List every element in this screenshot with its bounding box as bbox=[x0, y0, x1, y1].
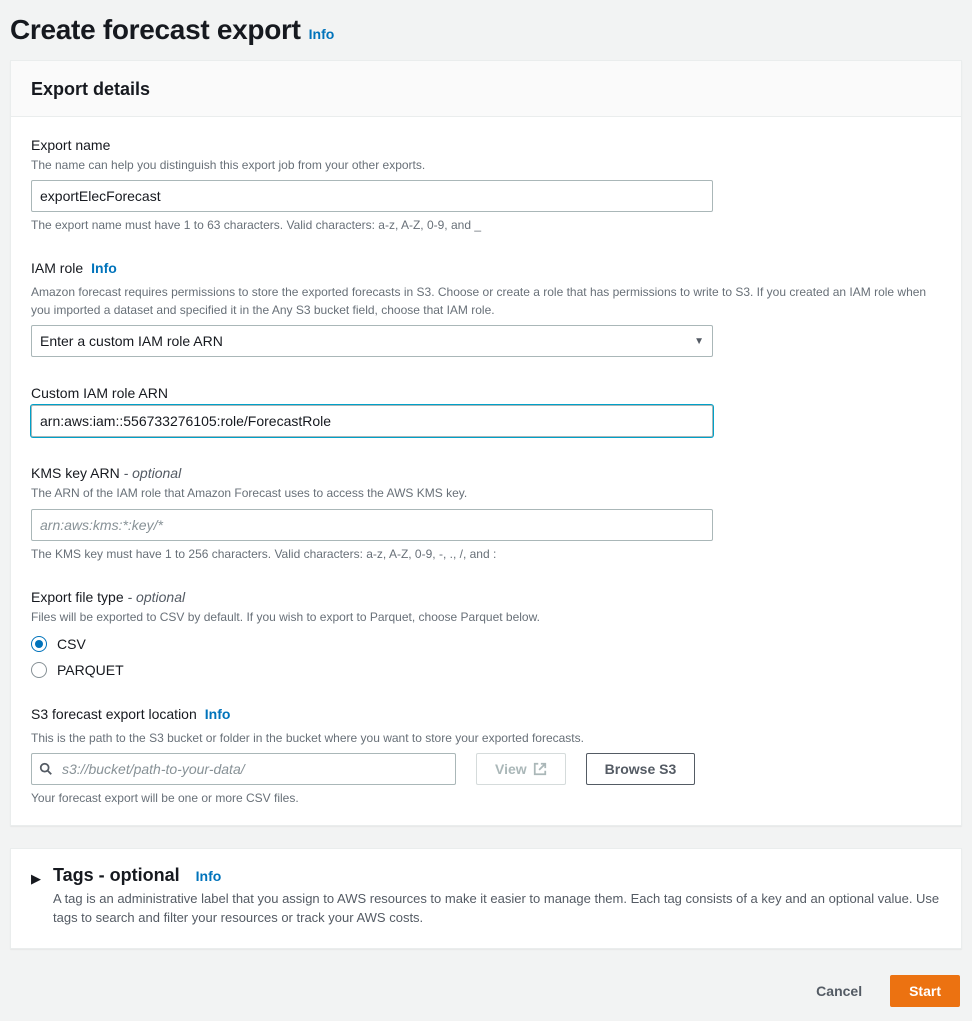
s3-path-input[interactable] bbox=[31, 753, 456, 785]
file-type-label-text: Export file type bbox=[31, 589, 124, 605]
footer-actions: Cancel Start bbox=[10, 971, 962, 1011]
export-details-panel: Export details Export name The name can … bbox=[10, 60, 962, 826]
custom-arn-group: Custom IAM role ARN bbox=[31, 385, 941, 437]
tags-description: A tag is an administrative label that yo… bbox=[53, 890, 941, 928]
caret-down-icon: ▼ bbox=[694, 336, 704, 347]
file-type-hint: Files will be exported to CSV by default… bbox=[31, 609, 941, 626]
export-name-label: Export name bbox=[31, 137, 941, 153]
expand-caret-icon[interactable]: ▶ bbox=[31, 871, 41, 887]
kms-constraint: The KMS key must have 1 to 256 character… bbox=[31, 547, 941, 561]
iam-role-info-link[interactable]: Info bbox=[91, 260, 117, 276]
kms-label: KMS key ARN - optional bbox=[31, 465, 941, 481]
s3-group: S3 forecast export location Info This is… bbox=[31, 706, 941, 805]
tags-info-link[interactable]: Info bbox=[196, 868, 222, 884]
cancel-button[interactable]: Cancel bbox=[798, 975, 880, 1007]
file-type-option-csv[interactable]: CSV bbox=[31, 636, 941, 652]
start-button[interactable]: Start bbox=[890, 975, 960, 1007]
browse-s3-button[interactable]: Browse S3 bbox=[586, 753, 696, 785]
kms-hint: The ARN of the IAM role that Amazon Fore… bbox=[31, 485, 941, 502]
iam-role-selected: Enter a custom IAM role ARN bbox=[40, 333, 223, 349]
radio-selected-icon bbox=[31, 636, 47, 652]
custom-arn-label: Custom IAM role ARN bbox=[31, 385, 941, 401]
s3-constraint: Your forecast export will be one or more… bbox=[31, 791, 941, 805]
panel-title: Export details bbox=[31, 79, 941, 100]
iam-role-hint: Amazon forecast requires permissions to … bbox=[31, 284, 941, 319]
iam-role-group: IAM role Info Amazon forecast requires p… bbox=[31, 260, 941, 357]
s3-hint: This is the path to the S3 bucket or fol… bbox=[31, 730, 941, 747]
tags-panel: ▶ Tags - optional Info A tag is an admin… bbox=[10, 848, 962, 949]
kms-input[interactable] bbox=[31, 509, 713, 541]
view-button-label: View bbox=[495, 761, 527, 777]
iam-role-select[interactable]: Enter a custom IAM role ARN ▼ bbox=[31, 325, 713, 357]
file-type-parquet-label: PARQUET bbox=[57, 662, 124, 678]
s3-info-link[interactable]: Info bbox=[205, 706, 231, 722]
tags-title: Tags - optional bbox=[53, 865, 180, 886]
export-name-hint: The name can help you distinguish this e… bbox=[31, 157, 941, 174]
export-name-input[interactable] bbox=[31, 180, 713, 212]
kms-group: KMS key ARN - optional The ARN of the IA… bbox=[31, 465, 941, 560]
file-type-group: Export file type - optional Files will b… bbox=[31, 589, 941, 678]
kms-label-text: KMS key ARN bbox=[31, 465, 120, 481]
radio-unselected-icon bbox=[31, 662, 47, 678]
export-name-constraint: The export name must have 1 to 63 charac… bbox=[31, 218, 941, 232]
custom-arn-input[interactable] bbox=[31, 405, 713, 437]
file-type-csv-label: CSV bbox=[57, 636, 86, 652]
file-type-optional: - optional bbox=[128, 589, 186, 605]
external-link-icon bbox=[533, 762, 547, 776]
view-button: View bbox=[476, 753, 566, 785]
kms-optional: - optional bbox=[124, 465, 182, 481]
iam-role-label: IAM role bbox=[31, 260, 83, 276]
file-type-label: Export file type - optional bbox=[31, 589, 941, 605]
file-type-option-parquet[interactable]: PARQUET bbox=[31, 662, 941, 678]
export-name-group: Export name The name can help you distin… bbox=[31, 137, 941, 232]
s3-label: S3 forecast export location bbox=[31, 706, 197, 722]
search-icon bbox=[39, 762, 53, 776]
page-title: Create forecast export bbox=[10, 14, 301, 46]
page-info-link[interactable]: Info bbox=[309, 26, 335, 42]
